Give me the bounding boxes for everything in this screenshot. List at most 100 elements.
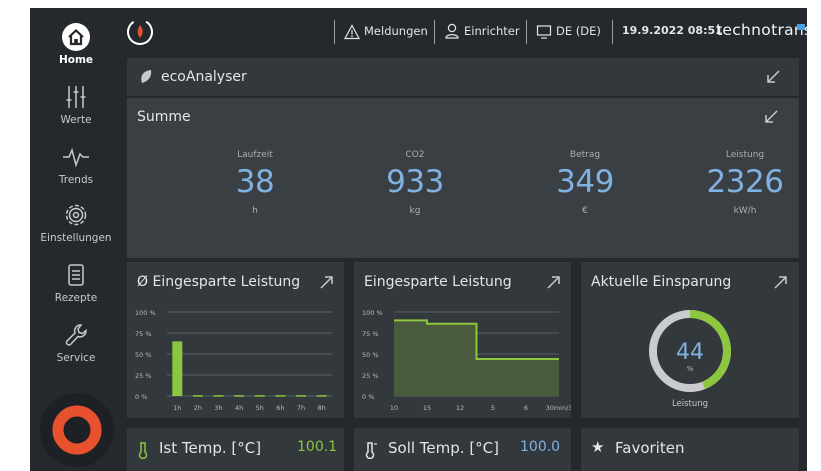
kpi-unit: € [582,206,588,216]
chart-panel-current: Aktuelle Einsparung 44% Leistung [581,262,799,418]
kpi-betrag: Betrag 349 € [515,150,655,216]
kpi-value: 349 [556,164,614,200]
bar [275,395,286,397]
y-tick-label: 25 % [135,372,152,380]
y-tick-label: 50 % [135,351,152,359]
sidebar-item-label: Trends [58,174,94,186]
x-tick-label: 15 [423,404,431,412]
y-tick-label: 25 % [362,372,379,380]
bar-chart: 100 % 75 % 50 % 25 % 0 % 1h 2h 3h 4h 5h 6h 7h 8h [135,309,332,412]
kpi-leistung: Leistung 2326 kW/h [675,150,807,216]
sidebar-item-label: Home [58,54,94,66]
x-tick-label: 1h [173,404,181,412]
bar [296,395,307,397]
kpi-unit: kg [409,206,421,216]
warning-icon [344,24,360,40]
trend-icon [63,147,89,168]
x-tick-label: 30min/3 [546,404,571,412]
star-icon: ★ [591,438,605,456]
y-tick-label: 75 % [135,330,152,338]
x-tick-label: 3h [214,404,222,412]
bar [192,395,203,397]
sidebar-item-home[interactable]: Home [30,22,122,66]
soll-temp-label: Soll Temp. [°C] [388,439,499,457]
kpi-label: Leistung [725,150,765,160]
kpi-co2: CO2 933 kg [345,150,485,216]
bar [254,395,265,397]
user-icon [445,23,459,39]
donut-label: Leistung [672,399,708,409]
sidebar-item-werte[interactable]: Werte [30,82,122,126]
y-tick-label: 0 % [362,393,374,401]
wrench-icon [65,324,87,346]
kpi-value: 2326 [706,164,784,200]
gear-icon [65,204,87,226]
x-tick-label: 7h [297,404,305,412]
y-tick-label: 75 % [362,330,379,338]
favorites-panel[interactable]: ★ Favoriten [581,428,799,471]
top-bar: Meldungen Einrichter DE (DE) 19.9.2022 0… [122,8,807,56]
summary-panel: Summe Laufzeit 38 h CO2 933 kg Betrag 34… [127,98,799,258]
status-logo-icon [127,19,153,45]
chart-title: Aktuelle Einsparung [591,274,732,290]
user-link[interactable]: Einrichter [464,24,520,38]
area-chart: 100 % 75 % 50 % 25 % 0 % 10 15 12 5 6 30min/3 [362,309,571,412]
y-tick-label: 100 % [135,309,156,317]
expand-icon[interactable] [546,274,562,290]
sidebar-item-label: Einstellungen [40,232,112,244]
recipe-icon [68,264,84,286]
sidebar-item-service[interactable]: Service [30,320,122,364]
sliders-icon [66,86,86,108]
x-tick-label: 6 [524,404,528,412]
y-tick-label: 100 % [362,309,383,317]
collapse-icon[interactable] [763,109,779,125]
sidebar-item-einstellungen[interactable]: Einstellungen [30,200,122,244]
soll-temp-panel[interactable]: Soll Temp. [°C] 100.0 [354,428,571,471]
x-tick-label: 6h [276,404,284,412]
expand-icon[interactable] [773,274,789,290]
chart-title: Eingesparte Leistung [364,274,512,290]
donut-unit: % [687,365,694,373]
sidebar-item-trends[interactable]: Trends [30,142,122,186]
kpi-label: Betrag [569,150,601,160]
kpi-value: 38 [235,164,275,200]
thermometer-icon [138,442,148,459]
display-icon [536,25,552,39]
leaf-icon [141,70,152,83]
ist-temp-label: Ist Temp. [°C] [159,439,262,457]
language-selector[interactable]: DE (DE) [556,24,601,38]
sidebar-item-label: Werte [60,114,92,126]
chart-title: Ø Eingesparte Leistung [137,274,301,290]
sidebar-item-rezepte[interactable]: Rezepte [30,260,122,304]
messages-link[interactable]: Meldungen [364,24,428,38]
y-tick-label: 0 % [135,393,147,401]
hmi-screen: Home Werte Trends Einstellungen Rezepte … [30,8,807,471]
x-tick-label: 2h [194,404,202,412]
kpi-label: Laufzeit [237,150,273,160]
kpi-value: 933 [386,164,444,200]
brand-mark-icon [797,24,805,30]
kpi-unit: kW/h [733,206,757,216]
ist-temp-value: 100.1 [297,439,338,455]
eco-analyser-header[interactable]: ecoAnalyser [127,58,799,96]
kpi-laufzeit: Laufzeit 38 h [185,150,325,216]
home-icon [62,23,90,51]
x-tick-label: 5h [256,404,264,412]
y-tick-label: 50 % [362,351,379,359]
chart-panel-trend: Eingesparte Leistung 100 % 75 % 50 % 25 % 0 … [354,262,571,418]
soll-temp-value: 100.0 [520,439,561,455]
donut-value: 44 [676,340,704,365]
eco-analyser-title: ecoAnalyser [161,69,247,85]
kpi-unit: h [252,206,258,216]
expand-icon[interactable] [319,274,335,290]
x-tick-label: 4h [235,404,243,412]
sidebar-item-label: Service [56,352,96,364]
brand-logo: technotrans [716,21,807,39]
collapse-icon[interactable] [765,69,781,85]
thermometer-setpoint-icon [365,442,377,459]
ist-temp-panel[interactable]: Ist Temp. [°C] 100.1 [127,428,344,471]
chart-panel-average: Ø Eingesparte Leistung 100 % 75 % 50 % 25 %… [127,262,344,418]
favorites-label: Favoriten [615,439,685,457]
power-button[interactable] [40,393,114,467]
datetime: 19.9.2022 08:51 [622,24,723,37]
